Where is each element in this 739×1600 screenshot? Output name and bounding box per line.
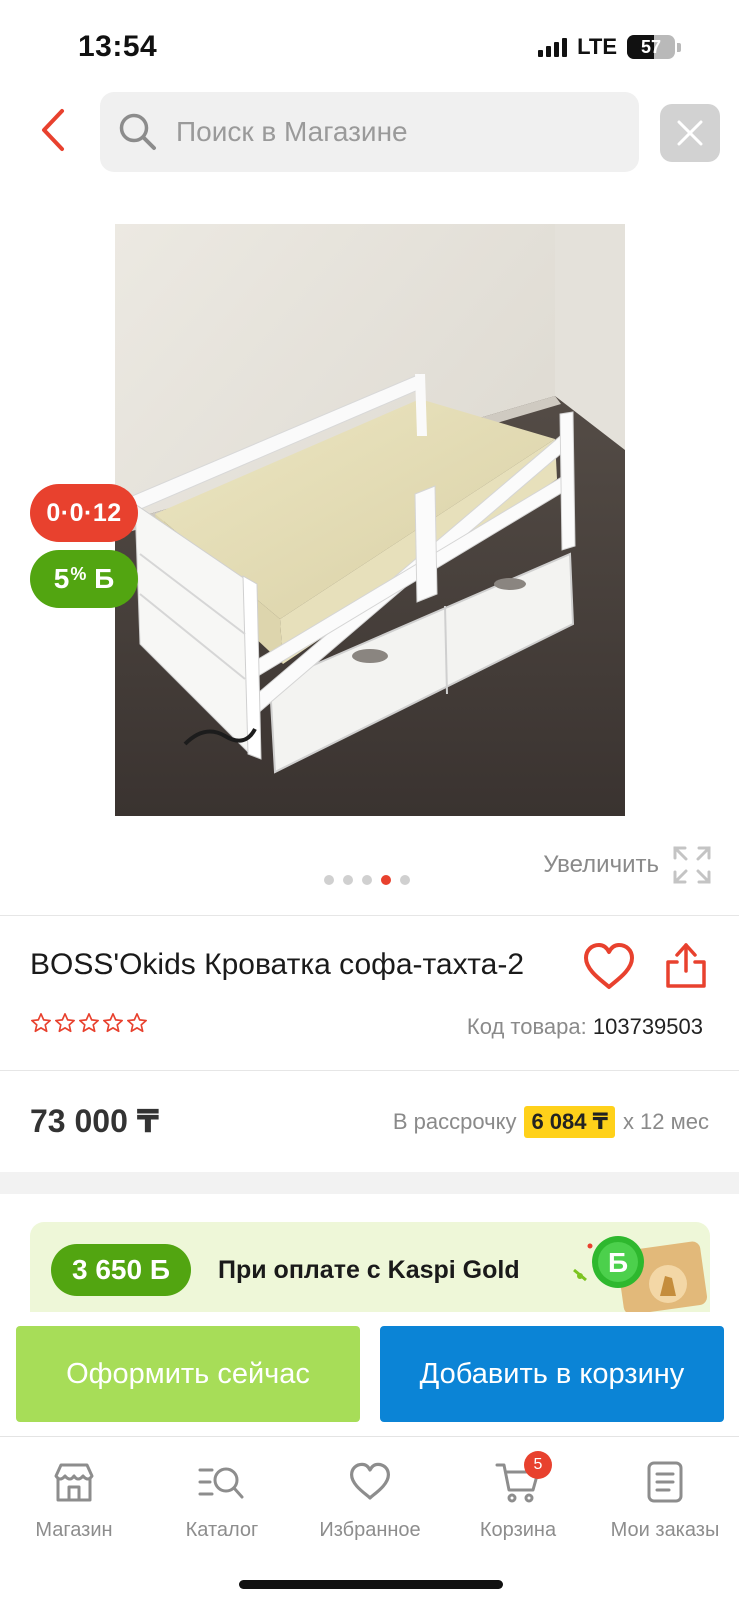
favorite-button[interactable] [582,942,636,992]
tab-shop[interactable]: Магазин [0,1457,148,1542]
buy-now-button[interactable]: Оформить сейчас [16,1326,360,1422]
gallery-dot[interactable] [400,875,410,885]
star-icon [55,1013,75,1033]
installment-amount: 6 084 ₸ [524,1106,615,1138]
divider [0,915,739,916]
clear-search-button[interactable] [660,104,720,162]
kaspi-gold-offer[interactable]: 3 650 Б При оплате с Kaspi Gold Б [30,1222,710,1312]
zoom-button[interactable]: Увеличить [543,846,711,884]
bonus-percent-symbol: % [70,563,87,584]
search-input[interactable] [176,116,596,148]
tab-label: Корзина [479,1519,557,1541]
bonus-badge: 5% Б [30,550,138,608]
star-icon [127,1013,147,1033]
tab-label: Магазин [35,1519,113,1541]
tab-cart[interactable]: 5 Корзина [444,1451,592,1542]
bonus-percent: 5 [53,563,70,594]
heart-icon [584,943,634,989]
gallery-pagination [324,875,410,885]
search-bar[interactable] [100,92,639,172]
add-to-cart-button[interactable]: Добавить в корзину [380,1326,724,1422]
back-arrow-icon [42,109,64,151]
star-icon [79,1013,99,1033]
tab-favorites[interactable]: Избранное [296,1457,444,1542]
installment-badge: 0·0·12 [30,484,138,542]
catalog-icon [198,1467,244,1499]
product-sku: Код товара: 103739503 [467,1014,703,1040]
installment-info: В рассрочку 6 084 ₸ х 12 мес [393,1106,709,1138]
tab-label: Мои заказы [610,1519,720,1541]
installment-term: х 12 мес [622,1109,709,1134]
gold-offer-text: При оплате с Kaspi Gold [218,1256,520,1284]
heart-icon [349,1462,390,1500]
back-button[interactable] [30,104,76,156]
product-title: BOSS'Okids Кроватка софа-тахта-2 [30,948,525,981]
share-icon [666,943,706,988]
tab-orders[interactable]: Мои заказы [591,1457,739,1542]
expand-icon [673,846,711,884]
star-icon [103,1013,123,1033]
tab-catalog[interactable]: Каталог [148,1457,296,1542]
close-icon [677,120,703,146]
network-type: LTE [577,34,617,59]
gold-bonus-pill: 3 650 Б [51,1244,191,1296]
star-icon [31,1013,51,1033]
gallery-dot[interactable] [324,875,334,885]
search-icon [119,113,156,150]
section-separator [0,1172,739,1194]
cart-count-badge: 5 [524,1451,552,1479]
svg-text:Б: Б [608,1247,628,1278]
product-price: 73 000 ₸ [30,1103,160,1139]
sku-value: 103739503 [592,1014,703,1039]
bottom-tab-bar: Магазин Каталог Избранное 5 Корзина Мои … [0,1436,739,1600]
gallery-dot-active[interactable] [381,875,391,885]
installment-label: В рассрочку [392,1109,517,1134]
orders-icon [647,1461,683,1503]
bonus-currency: Б [94,563,115,594]
share-button[interactable] [662,940,710,990]
product-image[interactable] [115,224,625,816]
home-indicator [239,1580,503,1589]
divider [0,1070,739,1071]
sku-label: Код товара: [466,1014,587,1039]
battery-level: 57 [640,37,662,57]
shop-icon [54,1463,94,1502]
status-time: 13:54 [78,30,158,63]
battery-icon: 57 [627,35,675,59]
kaspi-gold-card-icon: Б [573,1236,708,1312]
status-indicators: LTE 57 [538,34,681,60]
zoom-label: Увеличить [543,851,659,878]
gallery-dot[interactable] [362,875,372,885]
rating-stars [30,1012,148,1034]
tab-label: Избранное [319,1519,421,1541]
tab-label: Каталог [185,1519,259,1541]
gallery-dot[interactable] [343,875,353,885]
status-bar: 13:54 LTE 57 [0,0,739,90]
signal-icon [538,37,568,57]
